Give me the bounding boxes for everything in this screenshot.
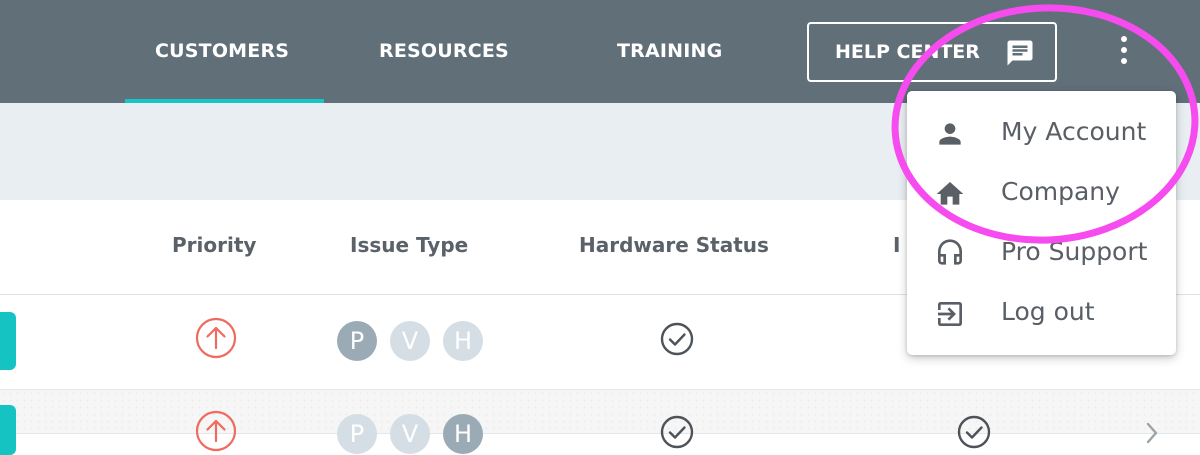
row-status-marker <box>0 312 16 370</box>
menu-item-my-account[interactable]: My Account <box>907 103 1176 163</box>
menu-item-label: Log out <box>1001 297 1095 326</box>
help-center-label: HELP CENTER <box>835 41 980 63</box>
issue-type-badge: V <box>390 414 430 454</box>
column-header-issue-type[interactable]: Issue Type <box>350 233 468 257</box>
menu-item-label: Company <box>1001 177 1120 206</box>
tab-resources[interactable]: RESOURCES <box>379 36 509 66</box>
chevron-right-icon[interactable] <box>1142 418 1162 448</box>
person-icon <box>939 123 961 145</box>
issue-type-badge: H <box>443 321 483 361</box>
column-header-partial[interactable]: I <box>893 233 905 257</box>
issue-type-badge: H <box>443 414 483 454</box>
menu-item-pro-support[interactable]: Pro Support <box>907 223 1176 283</box>
top-nav-bar: CUSTOMERS RESOURCES TRAINING HELP CENTER <box>0 0 1200 103</box>
arrow-up-circle-icon <box>195 317 237 359</box>
menu-item-company[interactable]: Company <box>907 163 1176 223</box>
account-dropdown-menu: My Account Company Pro Support Log out <box>907 91 1176 355</box>
check-circle-icon <box>957 415 991 449</box>
check-circle-icon <box>660 322 694 356</box>
row-status-marker <box>0 405 16 455</box>
chat-bubble-icon <box>1007 40 1033 66</box>
check-circle-icon <box>660 415 694 449</box>
menu-item-log-out[interactable]: Log out <box>907 283 1176 343</box>
column-header-hardware-status[interactable]: Hardware Status <box>579 233 769 257</box>
menu-item-label: Pro Support <box>1001 237 1148 266</box>
headset-icon <box>938 239 962 265</box>
menu-item-label: My Account <box>1001 117 1147 146</box>
tab-training[interactable]: TRAINING <box>617 36 722 66</box>
logout-icon <box>938 302 962 326</box>
issue-type-badge: P <box>337 321 377 361</box>
kebab-menu-icon[interactable] <box>1110 32 1138 68</box>
issue-type-badge: P <box>337 414 377 454</box>
help-center-button[interactable]: HELP CENTER <box>807 22 1057 82</box>
tab-customers[interactable]: CUSTOMERS <box>155 36 289 66</box>
arrow-up-circle-icon <box>195 410 237 452</box>
column-header-priority[interactable]: Priority <box>172 233 256 257</box>
table-row[interactable]: P V H <box>0 390 1200 455</box>
home-icon <box>936 182 964 205</box>
issue-type-badge: V <box>390 321 430 361</box>
